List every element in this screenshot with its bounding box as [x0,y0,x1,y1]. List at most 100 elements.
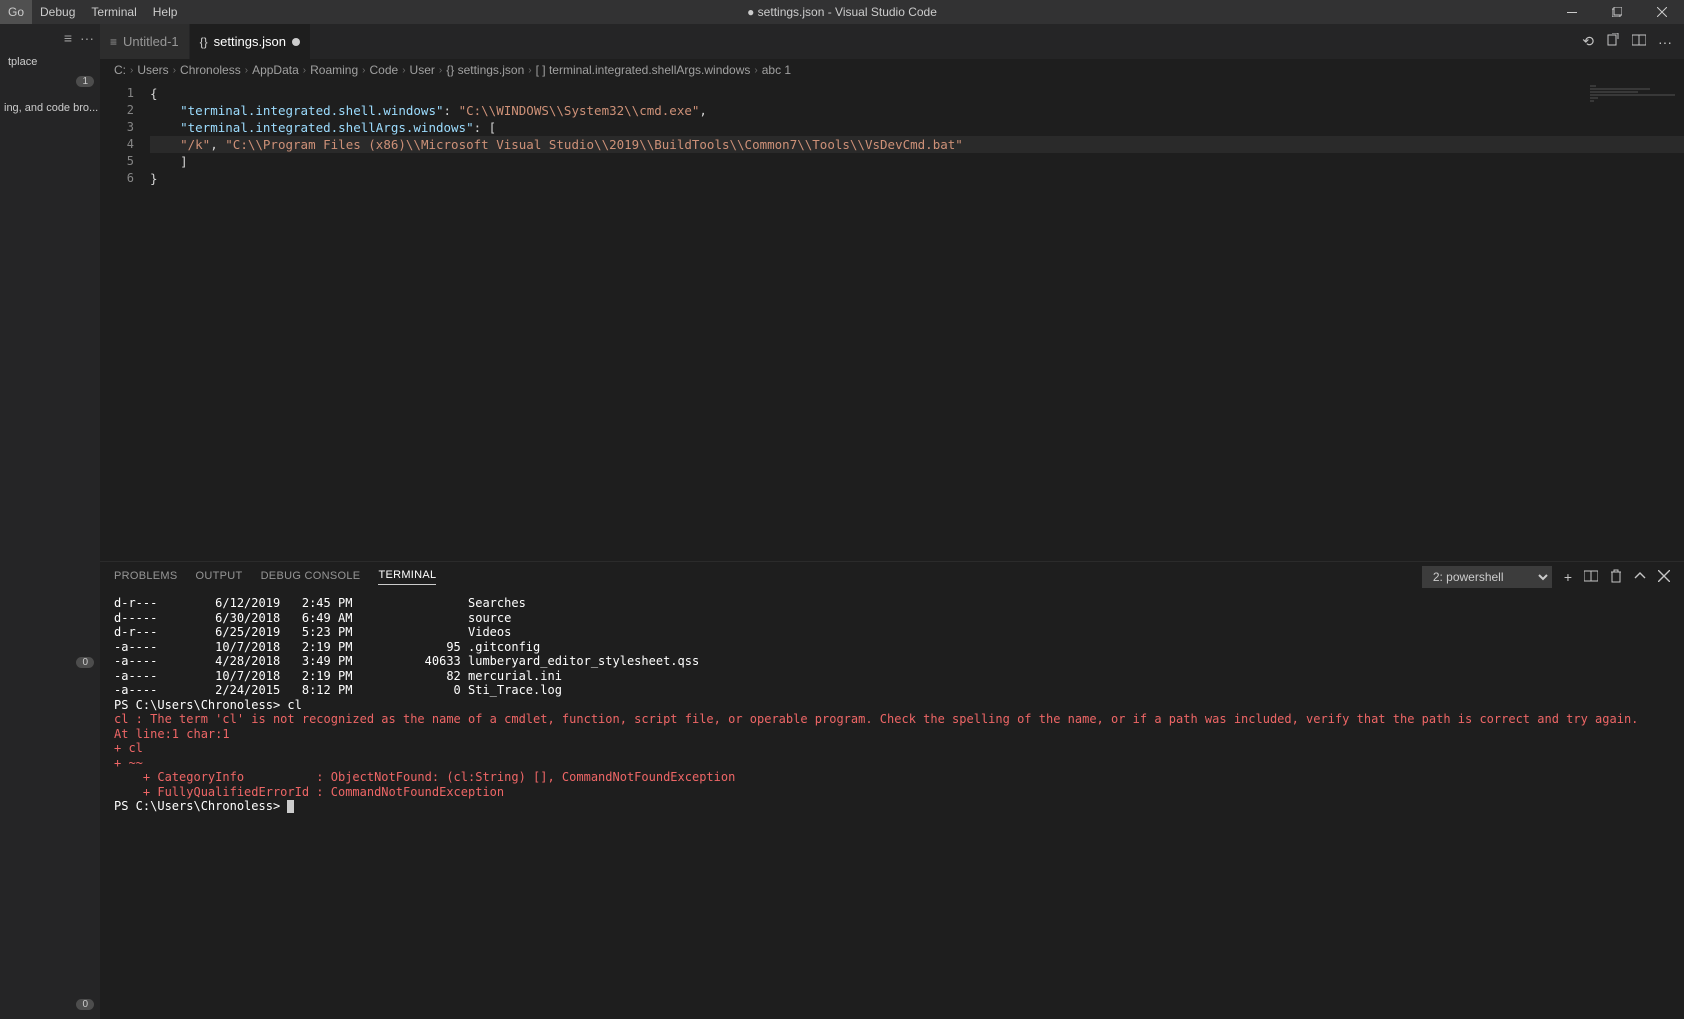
panel-tab-problems[interactable]: PROBLEMS [114,570,178,585]
title-bar: Go Debug Terminal Help ● settings.json -… [0,0,1684,24]
panel-tab-output[interactable]: OUTPUT [196,570,243,585]
sidebar-item-label: ing, and code bro... [4,102,98,114]
minimize-button[interactable] [1549,0,1594,24]
sidebar-item-marketplace[interactable]: tplace [0,52,100,72]
terminal-line: + cl [114,741,1670,756]
braces-icon: {} [200,35,208,49]
editor[interactable]: 123456 { "terminal.integrated.shell.wind… [100,81,1684,561]
panel-tabs: PROBLEMS OUTPUT DEBUG CONSOLE TERMINAL 2… [100,562,1684,592]
maximize-icon [1612,7,1622,17]
terminal-line: d----- 6/30/2018 6:49 AM source [114,611,1670,626]
menu-go[interactable]: Go [0,0,32,24]
panel-actions: 2: powershell + [1422,566,1670,588]
sidebar-item-enabled[interactable]: 1 [0,72,100,90]
crumb[interactable]: Roaming [310,63,358,77]
menu-help[interactable]: Help [145,0,186,24]
cursor-icon [287,800,294,813]
crumb[interactable]: Users [137,63,168,77]
dirty-indicator-icon [292,38,300,46]
window-title: ● settings.json - Visual Studio Code [747,5,937,19]
terminal-line: + ~~ [114,756,1670,771]
terminal[interactable]: d-r--- 6/12/2019 2:45 PM Searchesd----- … [100,592,1684,1019]
terminal-selector[interactable]: 2: powershell [1422,566,1552,588]
chevron-right-icon: › [130,65,133,76]
close-panel-icon[interactable] [1658,569,1670,585]
window-controls [1549,0,1684,24]
editor-tabs: ≡ Untitled-1 {} settings.json ⟲ ··· [100,24,1684,59]
maximize-button[interactable] [1594,0,1639,24]
split-terminal-icon[interactable] [1584,569,1598,586]
terminal-line: -a---- 2/24/2015 8:12 PM 0 Sti_Trace.log [114,683,1670,698]
crumb[interactable]: Chronoless [180,63,241,77]
chevron-up-icon [1634,570,1646,582]
crumb[interactable]: C: [114,63,126,77]
crumb[interactable]: AppData [252,63,299,77]
crumb[interactable]: abc 1 [762,63,791,77]
kill-terminal-icon[interactable] [1610,569,1622,586]
terminal-line: -a---- 10/7/2018 2:19 PM 95 .gitconfig [114,640,1670,655]
crumb[interactable]: {} settings.json [446,63,524,77]
split-icon [1632,33,1646,47]
panel-tab-terminal[interactable]: TERMINAL [378,569,436,585]
code-line: { [150,85,1684,102]
minimize-icon [1567,12,1577,13]
tab-label: settings.json [214,34,286,49]
menu-terminal[interactable]: Terminal [83,0,144,24]
chevron-right-icon: › [402,65,405,76]
open-file-icon [1606,33,1620,47]
terminal-line: -a---- 10/7/2018 2:19 PM 82 mercurial.in… [114,669,1670,684]
terminal-line: + FullyQualifiedErrorId : CommandNotFoun… [114,785,1670,800]
terminal-line: d-r--- 6/12/2019 2:45 PM Searches [114,596,1670,611]
code-line: } [150,170,1684,187]
terminal-line: PS C:\Users\Chronoless> cl [114,698,1670,713]
menu-debug[interactable]: Debug [32,0,83,24]
close-icon [1657,7,1667,17]
sidebar: ≡ ··· tplace 1 ing, and code bro... ⚙ 0 … [0,24,100,1019]
tab-untitled[interactable]: ≡ Untitled-1 [100,24,190,59]
chevron-right-icon: › [439,65,442,76]
crumb[interactable]: User [410,63,435,77]
panel-tab-debug-console[interactable]: DEBUG CONSOLE [261,570,361,585]
terminal-line: + CategoryInfo : ObjectNotFound: (cl:Str… [114,770,1670,785]
terminal-prompt: PS C:\Users\Chronoless> [114,799,1670,814]
open-changes-icon[interactable] [1606,33,1620,50]
code-line-active: "/k", "C:\\Program Files (x86)\\Microsof… [150,136,1684,153]
trash-icon [1610,569,1622,583]
sidebar-item-label: tplace [8,56,37,68]
collapse-icon[interactable]: ≡ [64,30,72,46]
breadcrumbs: C: › Users › Chronoless › AppData › Roaming ›… [100,59,1684,81]
terminal-line: At line:1 char:1 [114,727,1670,742]
chevron-right-icon: › [754,65,757,76]
chevron-right-icon: › [303,65,306,76]
maximize-panel-icon[interactable] [1634,569,1646,585]
sidebar-header: ≡ ··· [0,24,100,52]
code-line: ] [150,153,1684,170]
tab-actions: ⟲ ··· [1570,24,1684,59]
terminal-line: cl : The term 'cl' is not recognized as … [114,712,1670,727]
split-editor-icon[interactable] [1632,33,1646,50]
close-button[interactable] [1639,0,1684,24]
content-area: ≡ Untitled-1 {} settings.json ⟲ ··· [100,24,1684,1019]
sidebar-recommended[interactable]: 0 [0,655,100,677]
code-editor[interactable]: { "terminal.integrated.shell.windows": "… [150,81,1684,561]
chevron-right-icon: › [362,65,365,76]
more-actions-icon[interactable]: ··· [1658,34,1672,50]
menu-bar: Go Debug Terminal Help [0,0,185,24]
sidebar-item-extension[interactable]: ing, and code bro... ⚙ [0,90,100,118]
terminal-line: d-r--- 6/25/2019 5:23 PM Videos [114,625,1670,640]
compare-icon[interactable]: ⟲ [1582,33,1594,50]
terminal-line: -a---- 4/28/2018 3:49 PM 40633 lumberyar… [114,654,1670,669]
new-terminal-icon[interactable]: + [1564,569,1572,585]
crumb[interactable]: Code [370,63,399,77]
panel: PROBLEMS OUTPUT DEBUG CONSOLE TERMINAL 2… [100,561,1684,1019]
more-icon[interactable]: ··· [80,30,94,46]
sidebar-badge: 1 [76,76,94,87]
chevron-right-icon: › [528,65,531,76]
crumb[interactable]: [ ] terminal.integrated.shellArgs.window… [536,63,751,77]
line-gutter: 123456 [100,81,150,561]
sidebar-bottom[interactable]: 0 [0,997,100,1019]
sidebar-badge-zero: 0 [76,657,94,668]
tab-settings-json[interactable]: {} settings.json [190,24,311,59]
code-line: "terminal.integrated.shellArgs.windows":… [150,119,1684,136]
chevron-right-icon: › [173,65,176,76]
